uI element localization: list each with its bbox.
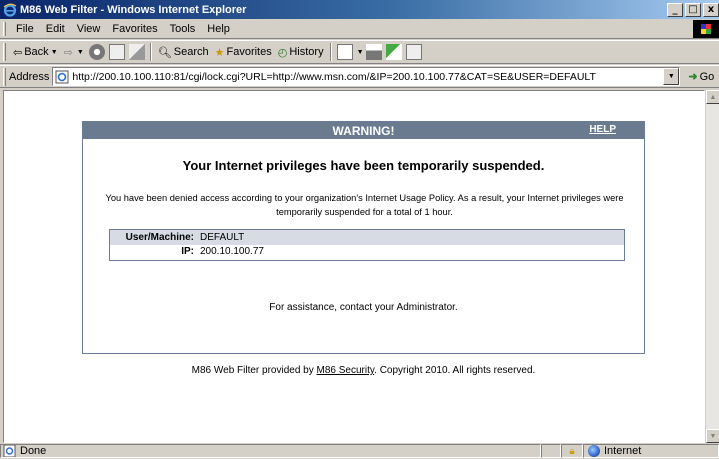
address-label: Address bbox=[9, 70, 50, 83]
menu-bar: File Edit View Favorites Tools Help bbox=[0, 19, 719, 39]
warning-header: WARNING! HELP bbox=[83, 122, 644, 139]
back-label: Back bbox=[24, 46, 49, 58]
mail-dropdown-icon[interactable]: ▼ bbox=[357, 49, 364, 56]
page-icon bbox=[55, 70, 69, 83]
address-field[interactable]: ▼ bbox=[52, 67, 681, 86]
menu-view[interactable]: View bbox=[71, 23, 107, 35]
status-bar: Done 🔒︎ Internet bbox=[0, 443, 719, 459]
page-viewport[interactable]: WARNING! HELP Your Internet privileges h… bbox=[3, 90, 705, 443]
go-label: Go bbox=[699, 70, 715, 83]
forward-dropdown-icon[interactable]: ▼ bbox=[77, 49, 84, 56]
status-main-pane: Done bbox=[0, 444, 541, 458]
window-controls: _ □ x bbox=[667, 2, 719, 17]
ip-row: IP: 200.10.100.77 bbox=[110, 245, 624, 258]
ip-label: IP: bbox=[181, 246, 194, 257]
m86-security-link[interactable]: M86 Security bbox=[317, 365, 375, 376]
toolbar-separator bbox=[329, 43, 332, 61]
favorites-button[interactable]: ★ Favorites bbox=[212, 42, 275, 62]
window-title-bar[interactable]: M86 Web Filter - Windows Internet Explor… bbox=[0, 0, 719, 19]
address-input[interactable] bbox=[72, 70, 663, 83]
status-pane-empty bbox=[541, 444, 561, 458]
help-link[interactable]: HELP bbox=[589, 124, 616, 135]
warning-title: WARNING! bbox=[332, 123, 395, 138]
warning-panel: WARNING! HELP Your Internet privileges h… bbox=[82, 121, 645, 376]
security-zone-pane[interactable]: Internet bbox=[583, 444, 719, 458]
back-arrow-icon: ⇦ bbox=[13, 45, 23, 59]
user-machine-value: DEFAULT bbox=[200, 232, 245, 243]
scroll-down-icon[interactable]: ▼ bbox=[706, 429, 719, 443]
scroll-up-icon[interactable]: ▲ bbox=[706, 90, 719, 104]
menu-favorites[interactable]: Favorites bbox=[106, 23, 163, 35]
policy-message: You have been denied access according to… bbox=[105, 193, 624, 217]
home-icon[interactable] bbox=[128, 44, 145, 60]
mail-icon[interactable] bbox=[336, 44, 353, 60]
close-button[interactable]: x bbox=[703, 2, 719, 17]
forward-button[interactable]: ⇨ ▼ bbox=[61, 42, 87, 62]
back-dropdown-icon[interactable]: ▼ bbox=[51, 49, 58, 56]
back-button[interactable]: ⇦ Back ▼ bbox=[10, 42, 61, 62]
copyright-footer: M86 Web Filter provided by M86 Security.… bbox=[83, 365, 644, 376]
address-dropdown-icon[interactable]: ▼ bbox=[663, 68, 680, 85]
toolbar-grip[interactable] bbox=[3, 43, 6, 61]
zone-text: Internet bbox=[604, 445, 642, 457]
internet-explorer-icon bbox=[3, 3, 17, 17]
status-text: Done bbox=[20, 445, 47, 457]
internet-zone-icon bbox=[588, 445, 600, 457]
status-lock-pane: 🔒︎ bbox=[561, 444, 583, 458]
footer-prefix: M86 Web Filter provided by bbox=[191, 365, 317, 376]
menu-help[interactable]: Help bbox=[201, 23, 236, 35]
maximize-button[interactable]: □ bbox=[685, 2, 701, 17]
standard-toolbar: ⇦ Back ▼ ⇨ ▼ 🔍︎ Search ★ Favorites ◴ His… bbox=[0, 40, 719, 64]
favorites-icon: ★ bbox=[214, 45, 225, 59]
vertical-scrollbar[interactable]: ▲ ▼ bbox=[705, 90, 719, 443]
menu-edit[interactable]: Edit bbox=[40, 23, 71, 35]
go-arrow-icon: ➜ bbox=[688, 71, 698, 83]
user-info-table: User/Machine: DEFAULT IP: 200.10.100.77 bbox=[109, 229, 625, 261]
stop-icon[interactable] bbox=[88, 44, 105, 60]
refresh-icon[interactable] bbox=[108, 44, 125, 60]
suspension-headline: Your Internet privileges have been tempo… bbox=[182, 158, 545, 173]
go-button[interactable]: ➜ Go bbox=[688, 70, 715, 84]
search-icon: 🔍︎ bbox=[157, 45, 172, 59]
toolbar-separator bbox=[149, 43, 152, 61]
discuss-icon[interactable] bbox=[405, 44, 422, 60]
window-title: M86 Web Filter - Windows Internet Explor… bbox=[20, 3, 247, 16]
address-bar: Address ▼ ➜ Go bbox=[0, 65, 719, 88]
user-machine-row: User/Machine: DEFAULT bbox=[110, 230, 624, 245]
search-button[interactable]: 🔍︎ Search bbox=[155, 42, 212, 62]
favorites-label: Favorites bbox=[226, 46, 272, 58]
footer-suffix: . Copyright 2010. All rights reserved. bbox=[374, 365, 536, 376]
addressbar-grip[interactable] bbox=[3, 67, 6, 86]
menu-file[interactable]: File bbox=[10, 23, 40, 35]
menu-tools[interactable]: Tools bbox=[164, 23, 202, 35]
history-button[interactable]: ◴ History bbox=[275, 42, 327, 62]
history-icon: ◴ bbox=[277, 45, 288, 59]
page-done-icon bbox=[3, 445, 16, 457]
menubar-grip[interactable] bbox=[3, 21, 6, 36]
user-machine-label: User/Machine: bbox=[125, 232, 194, 243]
forward-arrow-icon: ⇨ bbox=[63, 45, 73, 59]
print-icon[interactable] bbox=[365, 44, 382, 60]
ip-value: 200.10.100.77 bbox=[200, 246, 264, 257]
search-label: Search bbox=[173, 46, 209, 58]
edit-icon[interactable] bbox=[385, 44, 402, 60]
minimize-button[interactable]: _ bbox=[667, 2, 683, 17]
windows-logo-icon bbox=[693, 20, 719, 38]
assistance-text: For assistance, contact your Administrat… bbox=[269, 302, 458, 313]
lock-icon: 🔒︎ bbox=[569, 445, 575, 457]
history-label: History bbox=[289, 46, 324, 58]
